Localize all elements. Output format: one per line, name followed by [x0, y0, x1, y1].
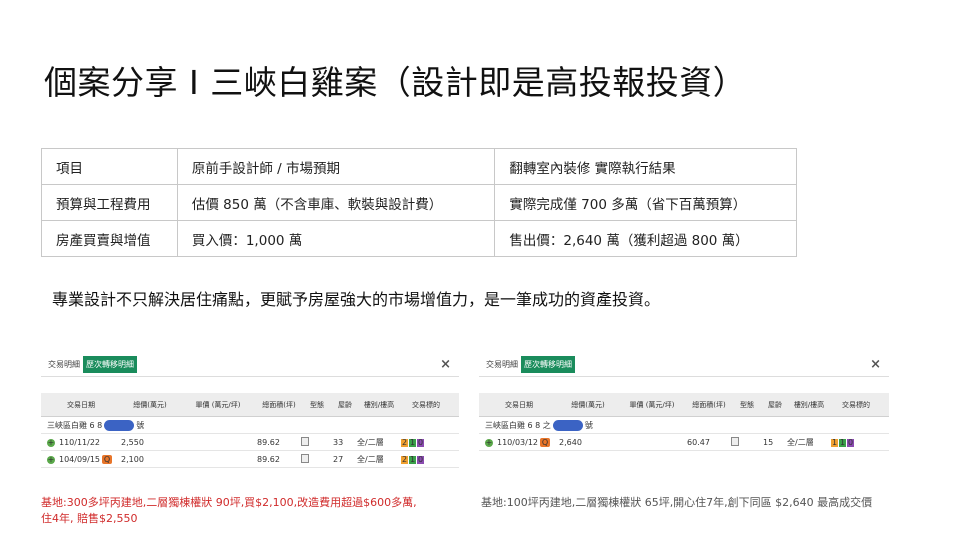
row-area: 89.62 — [257, 454, 280, 464]
col-date[interactable]: 交易日期 — [479, 400, 559, 410]
row-floor: 全/二層 — [787, 437, 814, 447]
table-header: 交易日期 總價(萬元) 單價 (萬元/坪) 總面積(坪) 型態 屋齡 樓別/樓高… — [479, 393, 889, 417]
header-item: 項目 — [41, 148, 178, 185]
col-unit[interactable]: 單價 (萬元/坪) — [617, 400, 687, 410]
summary-text: 專業設計不只解決居住痛點，更賦予房屋強大的市場增值力，是一筆成功的資產投資。 — [52, 290, 661, 309]
row-floor: 全/二層 — [357, 454, 384, 464]
panel-tabs: 交易明細 歷次轉移明細 × — [479, 353, 889, 377]
tab-transfer-history[interactable]: 歷次轉移明細 — [521, 356, 575, 373]
row-age: 15 — [763, 437, 774, 447]
close-icon[interactable]: × — [870, 357, 881, 372]
table-header: 交易日期 總價(萬元) 單價 (萬元/坪) 總面積(坪) 型態 屋齡 樓別/樓高… — [41, 393, 459, 417]
col-target: 交易標的 — [842, 400, 870, 409]
col-age[interactable]: 屋齡 — [763, 400, 787, 410]
close-icon[interactable]: × — [440, 357, 451, 372]
address-row: 三峽區白雞 6 8 之 號 — [479, 417, 889, 434]
table-row: 預算與工程費用 估價 850 萬（不含車庫、軟裝與設計費） 實際完成僅 700 … — [41, 184, 797, 221]
col-target: 交易標的 — [412, 400, 440, 409]
building-badge: 1 — [409, 437, 416, 447]
address-suffix: 號 — [136, 420, 145, 430]
expand-icon[interactable]: + — [47, 438, 55, 447]
right-caption: 基地:100坪丙建地,二層獨棟權狀 65坪,開心住7年,創下同區 $2,640 … — [481, 496, 873, 509]
table-row[interactable]: +110/03/12 Q 2,640 60.47 15 全/二層 110 — [479, 434, 889, 451]
row-date: 104/09/15 — [59, 454, 101, 464]
left-caption: 基地:300多坪丙建地,二層獨棟權狀 90坪,買$2,100,改造費用超過$60… — [41, 496, 417, 525]
row-date: 110/11/22 — [59, 437, 101, 447]
row-total: 2,640 — [559, 437, 582, 447]
table-row[interactable]: +110/11/22 2,550 89.62 33 全/二層 210 — [41, 434, 459, 451]
row-date: 110/03/12 — [497, 437, 539, 447]
row-total: 2,100 — [121, 454, 144, 464]
table-row: 房產買賣與增值 買入價：1,000 萬 售出價：2,640 萬（獲利超過 800… — [41, 220, 797, 257]
address-prefix: 三峽區白雞 6 8 之 — [485, 420, 551, 430]
col-area[interactable]: 總面積(坪) — [687, 400, 731, 410]
col-total[interactable]: 總價(萬元) — [559, 400, 617, 410]
redaction-mask — [552, 419, 583, 431]
col-total[interactable]: 總價(萬元) — [121, 400, 179, 410]
col-date[interactable]: 交易日期 — [41, 400, 121, 410]
slide-title: 個案分享 I 三峽白雞案（設計即是高投報投資） — [44, 63, 747, 102]
table-header-row: 項目 原前手設計師 / 市場預期 翻轉室內裝修 實際執行結果 — [41, 148, 797, 185]
parking-badge: 0 — [417, 454, 424, 464]
tab-transactions[interactable]: 交易明細 — [483, 356, 521, 373]
note-icon: Q — [540, 437, 551, 447]
expand-icon[interactable]: + — [47, 455, 55, 464]
table-row[interactable]: +104/09/15 Q 2,100 89.62 27 全/二層 210 — [41, 451, 459, 468]
panel-tabs: 交易明細 歷次轉移明細 × — [41, 353, 459, 377]
col-area[interactable]: 總面積(坪) — [257, 400, 301, 410]
col-floor[interactable]: 樓別/樓高 — [787, 400, 831, 410]
cell: 實際完成僅 700 多萬（省下百萬預算） — [494, 184, 797, 221]
header-original: 原前手設計師 / 市場預期 — [176, 148, 496, 185]
comparison-table: 項目 原前手設計師 / 市場預期 翻轉室內裝修 實際執行結果 預算與工程費用 估… — [41, 148, 797, 257]
row-floor: 全/二層 — [357, 437, 384, 447]
parking-badge: 0 — [417, 437, 424, 447]
cell: 買入價：1,000 萬 — [176, 220, 496, 257]
row-total: 2,550 — [121, 437, 144, 447]
col-age[interactable]: 屋齡 — [333, 400, 357, 410]
cell: 預算與工程費用 — [41, 184, 178, 221]
building-icon — [301, 453, 309, 463]
right-transaction-panel: 交易明細 歷次轉移明細 × 交易日期 總價(萬元) 單價 (萬元/坪) 總面積(… — [479, 353, 889, 463]
redaction-mask — [104, 419, 135, 431]
parking-badge: 0 — [847, 437, 854, 447]
expand-icon[interactable]: + — [485, 438, 493, 447]
col-type[interactable]: 型態 — [731, 400, 763, 410]
col-type[interactable]: 型態 — [301, 400, 333, 410]
building-icon — [301, 436, 309, 446]
header-result: 翻轉室內裝修 實際執行結果 — [494, 148, 797, 185]
land-badge: 2 — [401, 437, 408, 447]
land-badge: 1 — [831, 437, 838, 447]
cell: 房產買賣與增值 — [41, 220, 178, 257]
cell: 估價 850 萬（不含車庫、軟裝與設計費） — [176, 184, 496, 221]
land-badge: 2 — [401, 454, 408, 464]
tab-transactions[interactable]: 交易明細 — [45, 356, 83, 373]
cell: 售出價：2,640 萬（獲利超過 800 萬） — [494, 220, 797, 257]
tab-transfer-history[interactable]: 歷次轉移明細 — [83, 356, 137, 373]
col-unit[interactable]: 單價 (萬元/坪) — [179, 400, 257, 410]
address-row: 三峽區白雞 6 8 號 — [41, 417, 459, 434]
building-badge: 1 — [839, 437, 846, 447]
building-badge: 1 — [409, 454, 416, 464]
note-icon: Q — [102, 454, 113, 464]
left-transaction-panel: 交易明細 歷次轉移明細 × 交易日期 總價(萬元) 單價 (萬元/坪) 總面積(… — [41, 353, 459, 483]
building-icon — [731, 436, 739, 446]
row-area: 89.62 — [257, 437, 280, 447]
address-suffix: 號 — [584, 420, 593, 430]
row-area: 60.47 — [687, 437, 710, 447]
row-age: 27 — [333, 454, 344, 464]
address-prefix: 三峽區白雞 6 8 — [47, 420, 103, 430]
col-floor[interactable]: 樓別/樓高 — [357, 400, 401, 410]
row-age: 33 — [333, 437, 344, 447]
